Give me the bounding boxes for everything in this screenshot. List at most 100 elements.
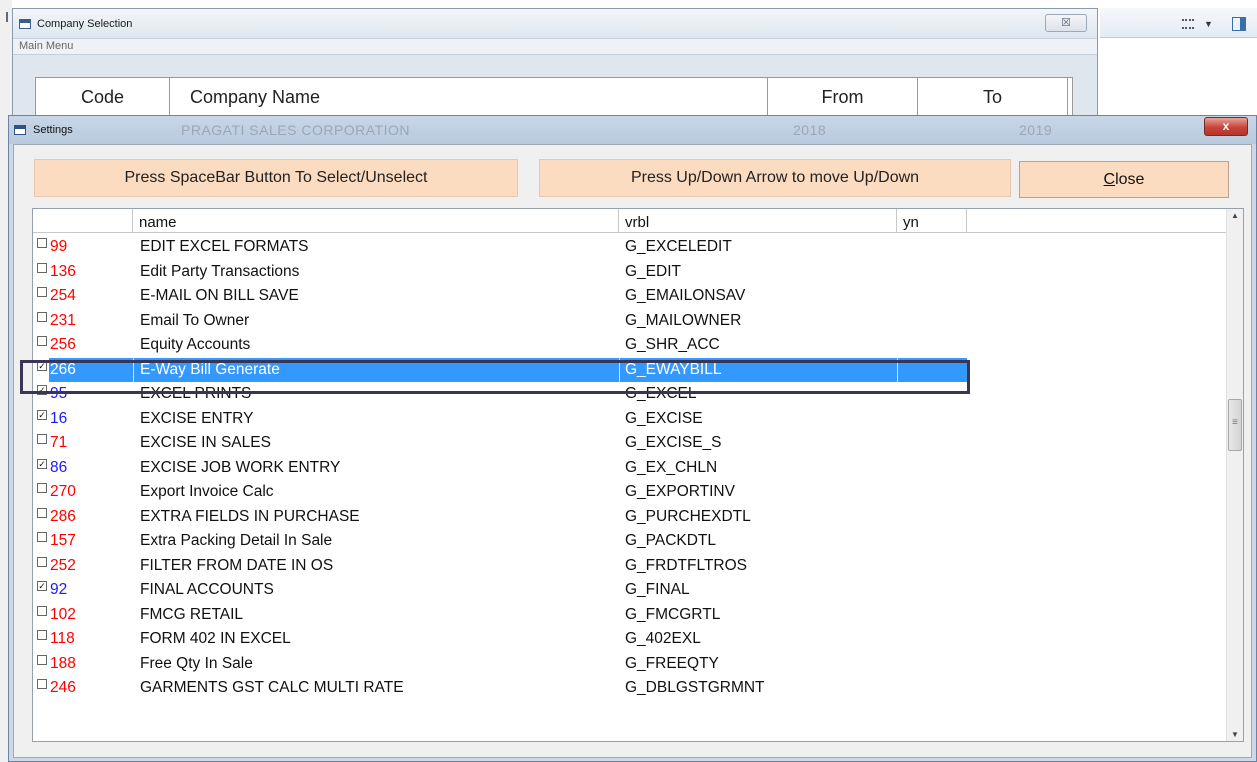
close-button-label: lose (1115, 170, 1145, 188)
table-row[interactable]: 256 Equity Accounts G_SHR_ACC (33, 333, 1227, 357)
table-row[interactable]: ✓ 92 FINAL ACCOUNTS G_FINAL (33, 578, 1227, 602)
company-selection-titlebar[interactable]: Company Selection ☒ (13, 9, 1097, 39)
table-row[interactable]: 118 FORM 402 IN EXCEL G_402EXL (33, 627, 1227, 651)
table-row[interactable]: 188 Free Qty In Sale G_FREEQTY (33, 652, 1227, 676)
table-row[interactable]: ✓ 86 EXCISE JOB WORK ENTRY G_EX_CHLN (33, 456, 1227, 480)
preview-pane-icon[interactable] (1232, 17, 1246, 31)
row-name: FMCG RETAIL (140, 605, 244, 623)
main-menu-label[interactable]: Main Menu (19, 40, 73, 52)
row-vrbl: G_FRDTFLTROS (625, 556, 747, 574)
company-close-button[interactable]: ☒ (1045, 14, 1087, 32)
table-row[interactable]: ✓ 95 EXCEL PRINTS G_EXCEL (33, 382, 1227, 406)
row-name: Edit Party Transactions (140, 262, 300, 280)
row-number: 157 (50, 532, 76, 549)
column-header-code[interactable]: Code (36, 78, 170, 116)
column-header-from[interactable]: From (768, 78, 918, 116)
row-name: EXCISE ENTRY (140, 409, 254, 427)
column-header-to[interactable]: To (918, 78, 1068, 116)
row-checkbox[interactable] (37, 507, 47, 518)
row-checkbox[interactable] (37, 630, 47, 640)
row-vrbl: G_EDIT (625, 262, 681, 280)
row-name: Email To Owner (140, 311, 250, 329)
column-header-company-name[interactable]: Company Name (170, 78, 768, 116)
table-row[interactable]: 252 FILTER FROM DATE IN OS G_FRDTFLTROS (33, 554, 1227, 578)
row-checkbox[interactable] (37, 532, 47, 542)
row-number: 231 (50, 311, 76, 329)
row-checkbox[interactable] (37, 556, 47, 567)
settings-titlebar[interactable]: Settings PRAGATI SALES CORPORATION 2018 … (9, 116, 1256, 144)
row-name: Equity Accounts (140, 336, 251, 353)
main-menu-bar[interactable]: Main Menu (13, 39, 1097, 55)
window-app-icon (14, 125, 26, 135)
scroll-down-arrow-icon[interactable]: ▼ (1231, 730, 1239, 739)
hint-select-label: Press SpaceBar Button To Select/Unselect (34, 159, 518, 197)
row-name: EXCEL PRINTS (140, 385, 252, 402)
table-row[interactable]: 71 EXCISE IN SALES G_EXCISE_S (33, 431, 1227, 455)
row-checkbox[interactable] (37, 654, 47, 665)
row-number: 252 (50, 556, 76, 574)
row-checkbox[interactable]: ✓ (37, 385, 47, 395)
close-button-mnemonic: C (1103, 170, 1116, 188)
table-row[interactable]: 231 Email To Owner G_MAILOWNER (33, 309, 1227, 333)
row-name: E-Way Bill Generate (140, 360, 280, 378)
settings-grid[interactable]: name vrbl yn 99 EDIT EXCEL FORMATS G_EXCEL… (32, 208, 1244, 742)
table-row[interactable]: ✓ 16 EXCISE ENTRY G_EXCISE (33, 407, 1227, 431)
row-checkbox[interactable]: ✓ (37, 458, 47, 469)
row-number: 99 (50, 238, 68, 255)
row-checkbox[interactable] (37, 287, 47, 297)
row-checkbox[interactable]: ✓ (37, 360, 47, 371)
view-options-icon[interactable] (1182, 19, 1194, 29)
row-checkbox[interactable] (37, 262, 47, 273)
row-number: 118 (50, 630, 75, 647)
scrollbar-thumb[interactable] (1228, 399, 1242, 451)
row-checkbox[interactable] (37, 605, 47, 616)
table-row[interactable]: 136 Edit Party Transactions G_EDIT (33, 260, 1227, 284)
table-row[interactable]: 99 EDIT EXCEL FORMATS G_EXCELEDIT (33, 235, 1227, 259)
row-number: 246 (50, 679, 76, 696)
row-vrbl: G_DBLGSTGRMNT (625, 679, 765, 696)
scroll-up-arrow-icon[interactable]: ▲ (1231, 211, 1239, 220)
row-vrbl: G_FMCGRTL (625, 605, 721, 623)
row-checkbox[interactable]: ✓ (37, 581, 47, 591)
column-header-name[interactable]: name (133, 209, 619, 233)
row-vrbl: G_FREEQTY (625, 654, 719, 672)
row-vrbl: G_FINAL (625, 581, 690, 598)
row-separator (133, 357, 134, 382)
chevron-down-icon[interactable]: ▼ (1204, 19, 1213, 29)
table-row[interactable]: 270 Export Invoice Calc G_EXPORTINV (33, 480, 1227, 504)
row-checkbox[interactable] (37, 434, 47, 444)
row-vrbl: G_PACKDTL (625, 532, 717, 549)
row-number: 188 (50, 654, 76, 672)
table-row[interactable]: 246 GARMENTS GST CALC MULTI RATE G_DBLGSTG… (33, 676, 1227, 700)
row-name: Extra Packing Detail In Sale (140, 532, 333, 549)
row-checkbox[interactable] (37, 238, 47, 248)
row-checkbox[interactable] (37, 336, 47, 346)
explorer-toolbar-fragment: ▼ (1100, 8, 1257, 38)
settings-title: Settings (33, 124, 73, 136)
row-vrbl: G_EXCISE (625, 409, 703, 427)
column-header-yn[interactable]: yn (897, 209, 967, 233)
column-header-selector[interactable] (33, 209, 133, 233)
table-row[interactable]: 157 Extra Packing Detail In Sale G_PACKDTL (33, 529, 1227, 553)
settings-close-icon[interactable]: x (1204, 117, 1248, 136)
settings-window[interactable]: Settings PRAGATI SALES CORPORATION 2018 … (8, 115, 1257, 762)
table-row[interactable]: 102 FMCG RETAIL G_FMCGRTL (33, 603, 1227, 627)
row-name: EDIT EXCEL FORMATS (140, 238, 309, 255)
table-row[interactable]: 286 EXTRA FIELDS IN PURCHASE G_PURCHEXDTL (33, 505, 1227, 529)
window-app-icon (19, 19, 31, 29)
ghost-company-name: PRAGATI SALES CORPORATION (181, 122, 411, 138)
row-vrbl: G_EMAILONSAV (625, 287, 746, 304)
row-vrbl: G_402EXL (625, 630, 701, 647)
table-row[interactable]: 254 E-MAIL ON BILL SAVE G_EMAILONSAV (33, 284, 1227, 308)
column-header-vrbl[interactable]: vrbl (619, 209, 897, 233)
row-checkbox[interactable] (37, 483, 47, 493)
vertical-scrollbar[interactable]: ▲ ▼ (1226, 209, 1243, 741)
row-checkbox[interactable]: ✓ (37, 409, 47, 420)
table-row-selected[interactable]: ✓ 266 E-Way Bill Generate G_EWAYBILL (33, 357, 1227, 382)
row-checkbox[interactable] (37, 679, 47, 689)
close-button[interactable]: Close (1019, 161, 1229, 198)
row-number: 270 (50, 483, 76, 500)
row-checkbox[interactable] (37, 311, 47, 322)
window-edge-marker (6, 12, 8, 22)
row-name: Export Invoice Calc (140, 483, 274, 500)
